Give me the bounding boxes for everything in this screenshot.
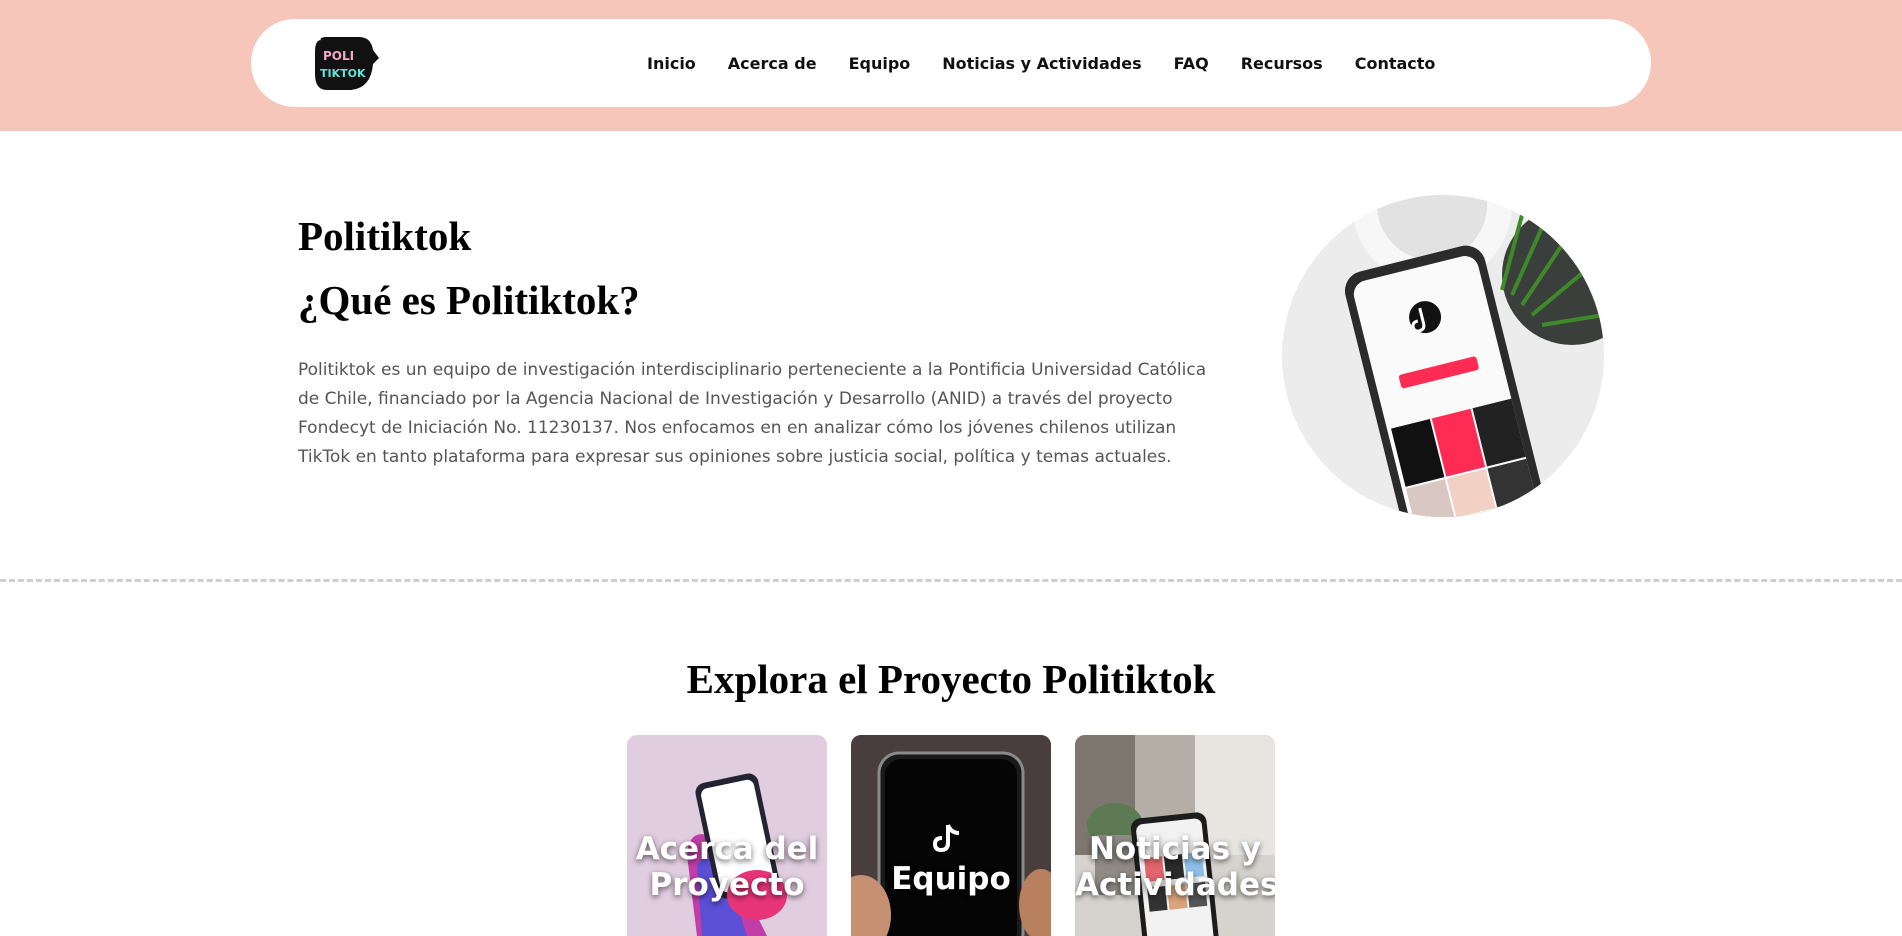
card-label-noticias: Noticias y Actividades [1075,831,1275,903]
nav-link-noticias[interactable]: Noticias y Actividades [942,54,1141,73]
card-label-acerca: Acerca del Proyecto [635,831,819,903]
nav-link-acerca-de[interactable]: Acerca de [728,54,817,73]
nav-container: POLI TIKTOK Inicio Acerca de Equipo Noti… [251,19,1651,107]
nav-link-faq[interactable]: FAQ [1174,54,1209,73]
nav-link-equipo[interactable]: Equipo [849,54,911,73]
card-equipo[interactable]: Equipo [851,735,1051,936]
explore-title: Explora el Proyecto Politiktok [686,656,1216,702]
logo-text-bottom: TIKTOK [320,67,366,80]
hero-description: Politiktok es un equipo de investigación… [298,360,1207,467]
logo-text-top: POLI [323,49,354,63]
card-label-equipo: Equipo [891,861,1011,897]
hero-phone-image [1282,195,1604,517]
nav-link-inicio[interactable]: Inicio [647,54,696,73]
card-equipo-image [851,735,1051,936]
main-nav: Inicio Acerca de Equipo Noticias y Activ… [647,19,1435,107]
header-bar: POLI TIKTOK Inicio Acerca de Equipo Noti… [0,0,1902,131]
card-acerca-del-proyecto[interactable]: Acerca del Proyecto [627,735,827,936]
card-noticias-y-actividades[interactable]: Noticias y Actividades [1075,735,1275,936]
nav-link-recursos[interactable]: Recursos [1241,54,1323,73]
nav-link-contacto[interactable]: Contacto [1355,54,1436,73]
section-divider [0,579,1902,582]
politiktok-logo[interactable]: POLI TIKTOK [311,34,381,94]
page-title: Politiktok [298,213,472,259]
hero-subtitle: ¿Qué es Politiktok? [298,277,640,323]
